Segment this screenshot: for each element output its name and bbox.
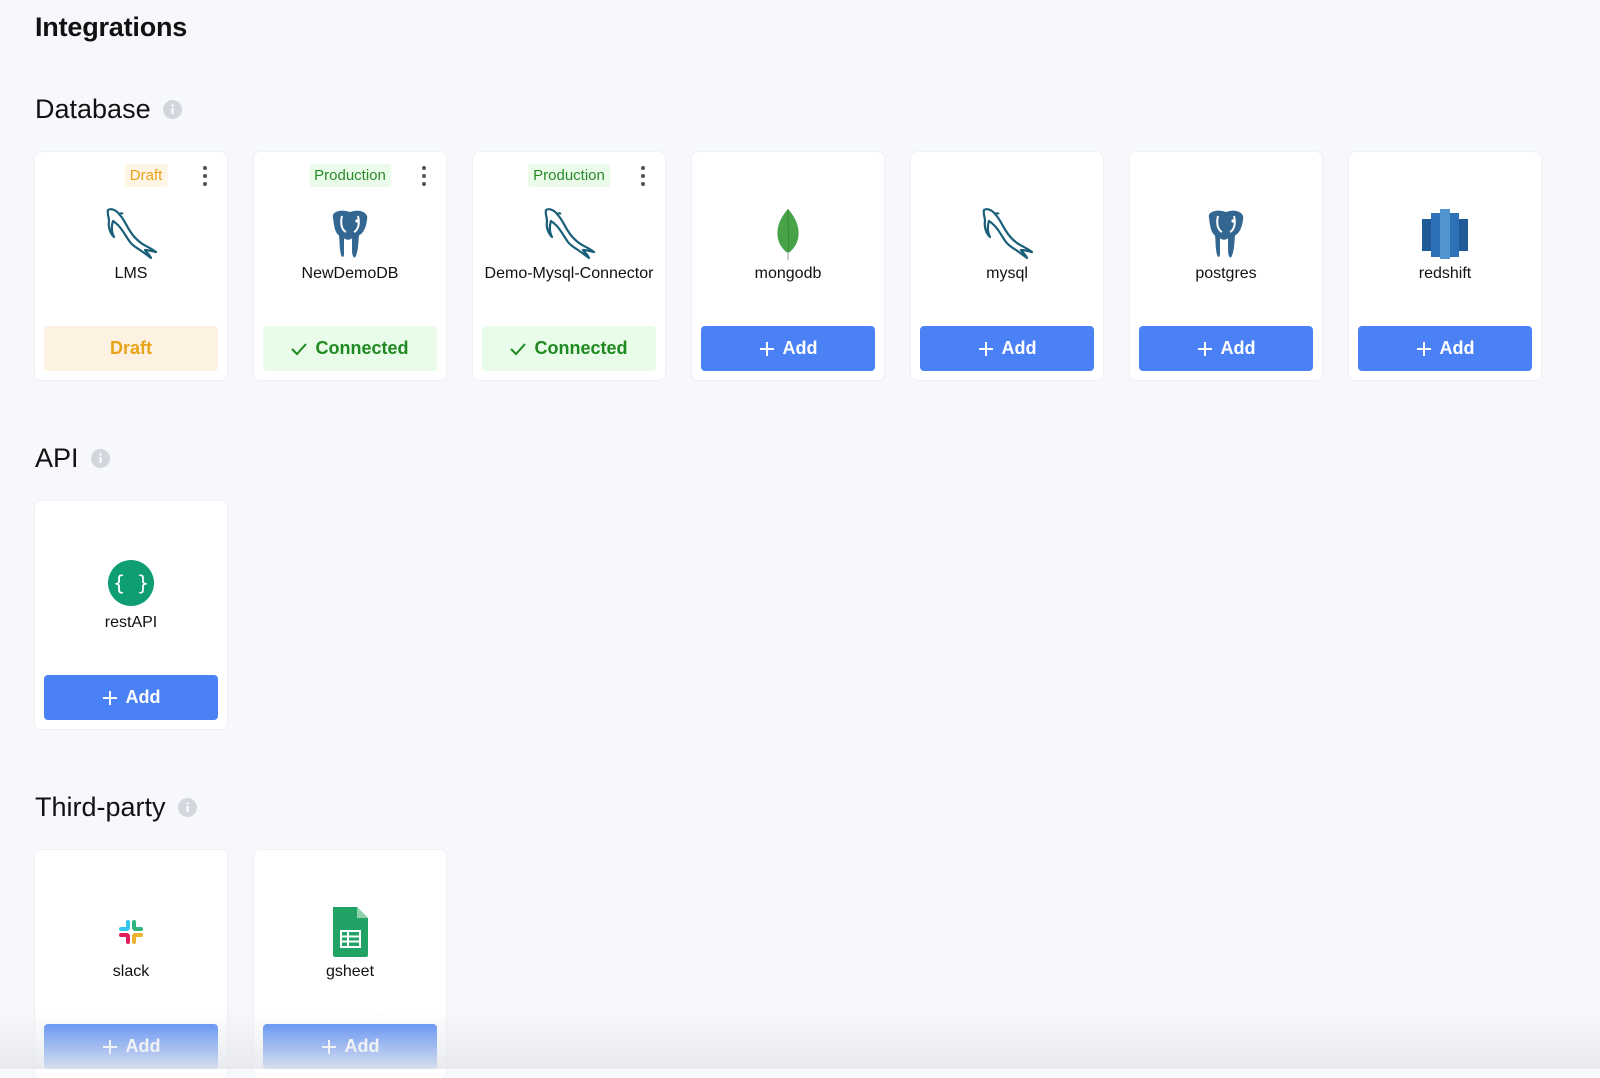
section-header: Third-party bbox=[35, 790, 446, 824]
button-label: Connected bbox=[315, 338, 409, 358]
svg-text:{ }: { } bbox=[113, 571, 149, 595]
third-party-cards: slack Add gsheet Add bbox=[35, 850, 446, 1078]
status-badge: Production bbox=[528, 164, 610, 187]
info-icon[interactable] bbox=[90, 448, 110, 468]
button-label: Connected bbox=[534, 338, 628, 358]
add-button[interactable]: Add bbox=[44, 1024, 218, 1069]
section-title: Database bbox=[35, 93, 151, 124]
add-button[interactable]: Add bbox=[44, 675, 218, 720]
plus-icon bbox=[1416, 341, 1432, 357]
connected-button[interactable]: Connected bbox=[482, 326, 656, 371]
add-button[interactable]: Add bbox=[1358, 326, 1532, 371]
integration-card-mongodb[interactable]: mongodb Add bbox=[692, 152, 884, 380]
button-label: Add bbox=[782, 338, 818, 358]
card-name: LMS bbox=[114, 265, 148, 282]
integration-card-slack[interactable]: slack Add bbox=[35, 850, 227, 1078]
mysql-dolphin-icon bbox=[101, 204, 161, 264]
check-icon bbox=[510, 342, 527, 356]
add-button[interactable]: Add bbox=[263, 1024, 437, 1069]
add-button[interactable]: Add bbox=[920, 326, 1094, 371]
google-sheets-icon bbox=[320, 902, 380, 962]
button-label: Add bbox=[1001, 338, 1037, 358]
more-options-icon[interactable] bbox=[198, 166, 212, 186]
integration-card-mysql[interactable]: mysql Add bbox=[911, 152, 1103, 380]
check-icon bbox=[291, 342, 308, 356]
postgres-elephant-icon bbox=[320, 204, 380, 264]
info-icon[interactable] bbox=[162, 99, 182, 119]
card-name: slack bbox=[112, 963, 150, 980]
plus-icon bbox=[759, 341, 775, 357]
mysql-dolphin-icon bbox=[539, 204, 599, 264]
rest-api-braces-icon: { } bbox=[101, 553, 161, 613]
page-title: Integrations bbox=[35, 12, 188, 42]
add-button[interactable]: Add bbox=[701, 326, 875, 371]
card-name: postgres bbox=[1195, 265, 1257, 282]
card-name: redshift bbox=[1418, 265, 1472, 282]
more-options-icon[interactable] bbox=[417, 166, 431, 186]
postgres-elephant-icon bbox=[1196, 204, 1256, 264]
plus-icon bbox=[321, 1039, 337, 1055]
plus-icon bbox=[978, 341, 994, 357]
connected-button[interactable]: Connected bbox=[263, 326, 437, 371]
card-name: restAPI bbox=[104, 614, 158, 631]
status-badge: Draft bbox=[124, 164, 168, 187]
section-header: Database bbox=[35, 92, 1541, 126]
card-name: NewDemoDB bbox=[301, 265, 399, 282]
plus-icon bbox=[102, 1039, 118, 1055]
integration-card-demo-mysql-connector[interactable]: Production Demo-Mysql-Connector Connecte… bbox=[473, 152, 665, 380]
integration-card-newdemodb[interactable]: Production NewDemoDB Connected bbox=[254, 152, 446, 380]
integration-card-restapi[interactable]: { } restAPI Add bbox=[35, 501, 227, 729]
plus-icon bbox=[1197, 341, 1213, 357]
draft-button[interactable]: Draft bbox=[44, 326, 218, 371]
database-cards: Draft LMS Draft Production NewDemoDB Con… bbox=[35, 152, 1541, 380]
section-title: API bbox=[35, 442, 79, 473]
section-title: Third-party bbox=[35, 791, 166, 822]
button-label: Add bbox=[1220, 338, 1256, 358]
button-label: Add bbox=[344, 1036, 380, 1056]
card-name: mysql bbox=[986, 265, 1028, 282]
card-name: Demo-Mysql-Connector bbox=[484, 265, 654, 282]
slack-icon bbox=[101, 902, 161, 962]
add-button[interactable]: Add bbox=[1139, 326, 1313, 371]
section-header: API bbox=[35, 441, 227, 475]
integration-card-lms[interactable]: Draft LMS Draft bbox=[35, 152, 227, 380]
button-label: Add bbox=[125, 1036, 161, 1056]
button-label: Draft bbox=[109, 338, 152, 358]
mongodb-leaf-icon bbox=[758, 204, 818, 264]
api-cards: { } restAPI Add bbox=[35, 501, 227, 729]
plus-icon bbox=[102, 690, 118, 706]
redshift-icon bbox=[1415, 204, 1475, 264]
card-name: gsheet bbox=[325, 963, 375, 980]
mysql-dolphin-icon bbox=[977, 204, 1037, 264]
database-section: Database Draft LMS Draft Production NewD… bbox=[35, 92, 1541, 380]
integration-card-redshift[interactable]: redshift Add bbox=[1349, 152, 1541, 380]
status-badge: Production bbox=[309, 164, 391, 187]
integration-card-postgres[interactable]: postgres Add bbox=[1130, 152, 1322, 380]
info-icon[interactable] bbox=[177, 797, 197, 817]
integration-card-gsheet[interactable]: gsheet Add bbox=[254, 850, 446, 1078]
button-label: Add bbox=[1439, 338, 1475, 358]
button-label: Add bbox=[125, 687, 161, 707]
api-section: API { } restAPI Add bbox=[35, 441, 227, 729]
card-name: mongodb bbox=[754, 265, 822, 282]
third-party-section: Third-party slack Add gsheet Add bbox=[35, 790, 446, 1078]
more-options-icon[interactable] bbox=[636, 166, 650, 186]
